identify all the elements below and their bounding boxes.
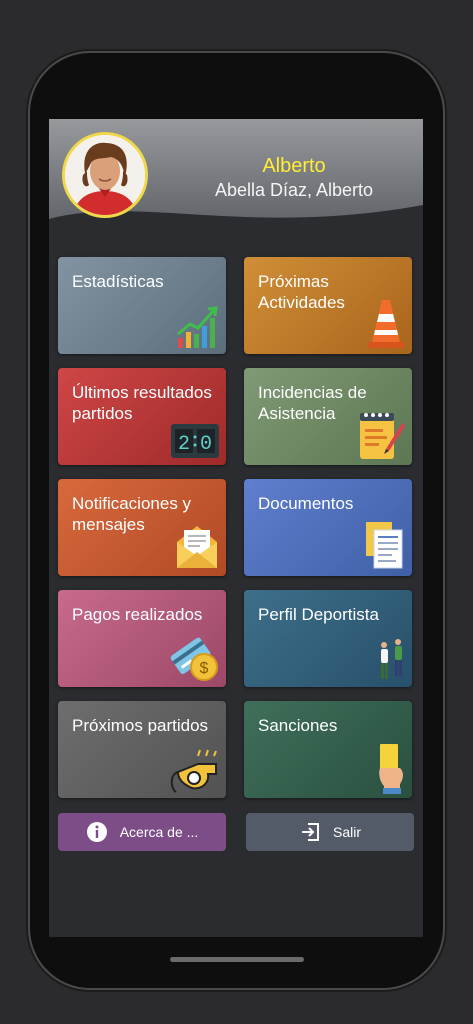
score-home: 2	[178, 433, 190, 456]
tile-pagos-realizados[interactable]: Pagos realizados $	[58, 590, 226, 687]
tile-label: Perfil Deportista	[258, 605, 379, 624]
scoreboard-icon: 2 0	[171, 424, 219, 458]
envelope-icon	[177, 526, 217, 568]
info-icon	[86, 822, 107, 842]
profile-full-name: Abella Díaz, Alberto	[214, 180, 374, 200]
notepad-icon	[360, 413, 405, 459]
tile-label: Pagos realizados	[72, 605, 203, 624]
tile-label: Próximos partidos	[72, 716, 209, 735]
score-away: 0	[200, 433, 212, 456]
logout-button[interactable]: Salir	[246, 813, 414, 851]
whistle-icon	[170, 749, 217, 793]
tile-documentos[interactable]: Documentos	[244, 479, 412, 576]
svg-text:$: $	[200, 660, 209, 677]
profile-header: Alberto Abella Díaz, Alberto	[49, 119, 423, 239]
tile-proximos-partidos[interactable]: Próximos partidos	[58, 701, 226, 798]
tile-label: Estadísticas	[72, 272, 164, 291]
about-button[interactable]: Acerca de ...	[58, 813, 226, 851]
growth-chart-icon	[177, 306, 218, 348]
tile-label: Últimos resultados partidos	[72, 383, 212, 423]
home-indicator[interactable]	[170, 957, 304, 962]
tile-notificaciones-mensajes[interactable]: Notificaciones y mensajes	[58, 479, 226, 576]
logout-button-label: Salir	[332, 824, 361, 840]
tile-incidencias-asistencia[interactable]: Incidencias de Asistencia	[244, 368, 412, 465]
tile-proximas-actividades[interactable]: Próximas Actividades	[244, 257, 412, 354]
payment-card-icon: $	[170, 637, 218, 681]
tile-sanciones[interactable]: Sanciones	[244, 701, 412, 798]
tile-ultimos-resultados[interactable]: Últimos resultados partidos 2 0	[58, 368, 226, 465]
logout-icon	[301, 823, 319, 841]
profile-first-name: Alberto	[262, 155, 326, 177]
tile-estadisticas[interactable]: Estadísticas	[58, 257, 226, 354]
tile-perfil-deportista[interactable]: Perfil Deportista	[244, 590, 412, 687]
tile-label: Documentos	[258, 494, 354, 513]
yellow-card-icon	[379, 744, 403, 794]
documents-icon	[366, 522, 403, 569]
tile-label: Sanciones	[258, 716, 338, 735]
avatar[interactable]	[62, 132, 148, 218]
traffic-cone-icon	[368, 300, 404, 348]
app-screen: Alberto Abella Díaz, Alberto Estadística…	[49, 119, 423, 937]
about-button-label: Acerca de ...	[119, 824, 199, 840]
avatar-photo-icon	[65, 135, 145, 215]
athletes-icon	[381, 639, 402, 679]
